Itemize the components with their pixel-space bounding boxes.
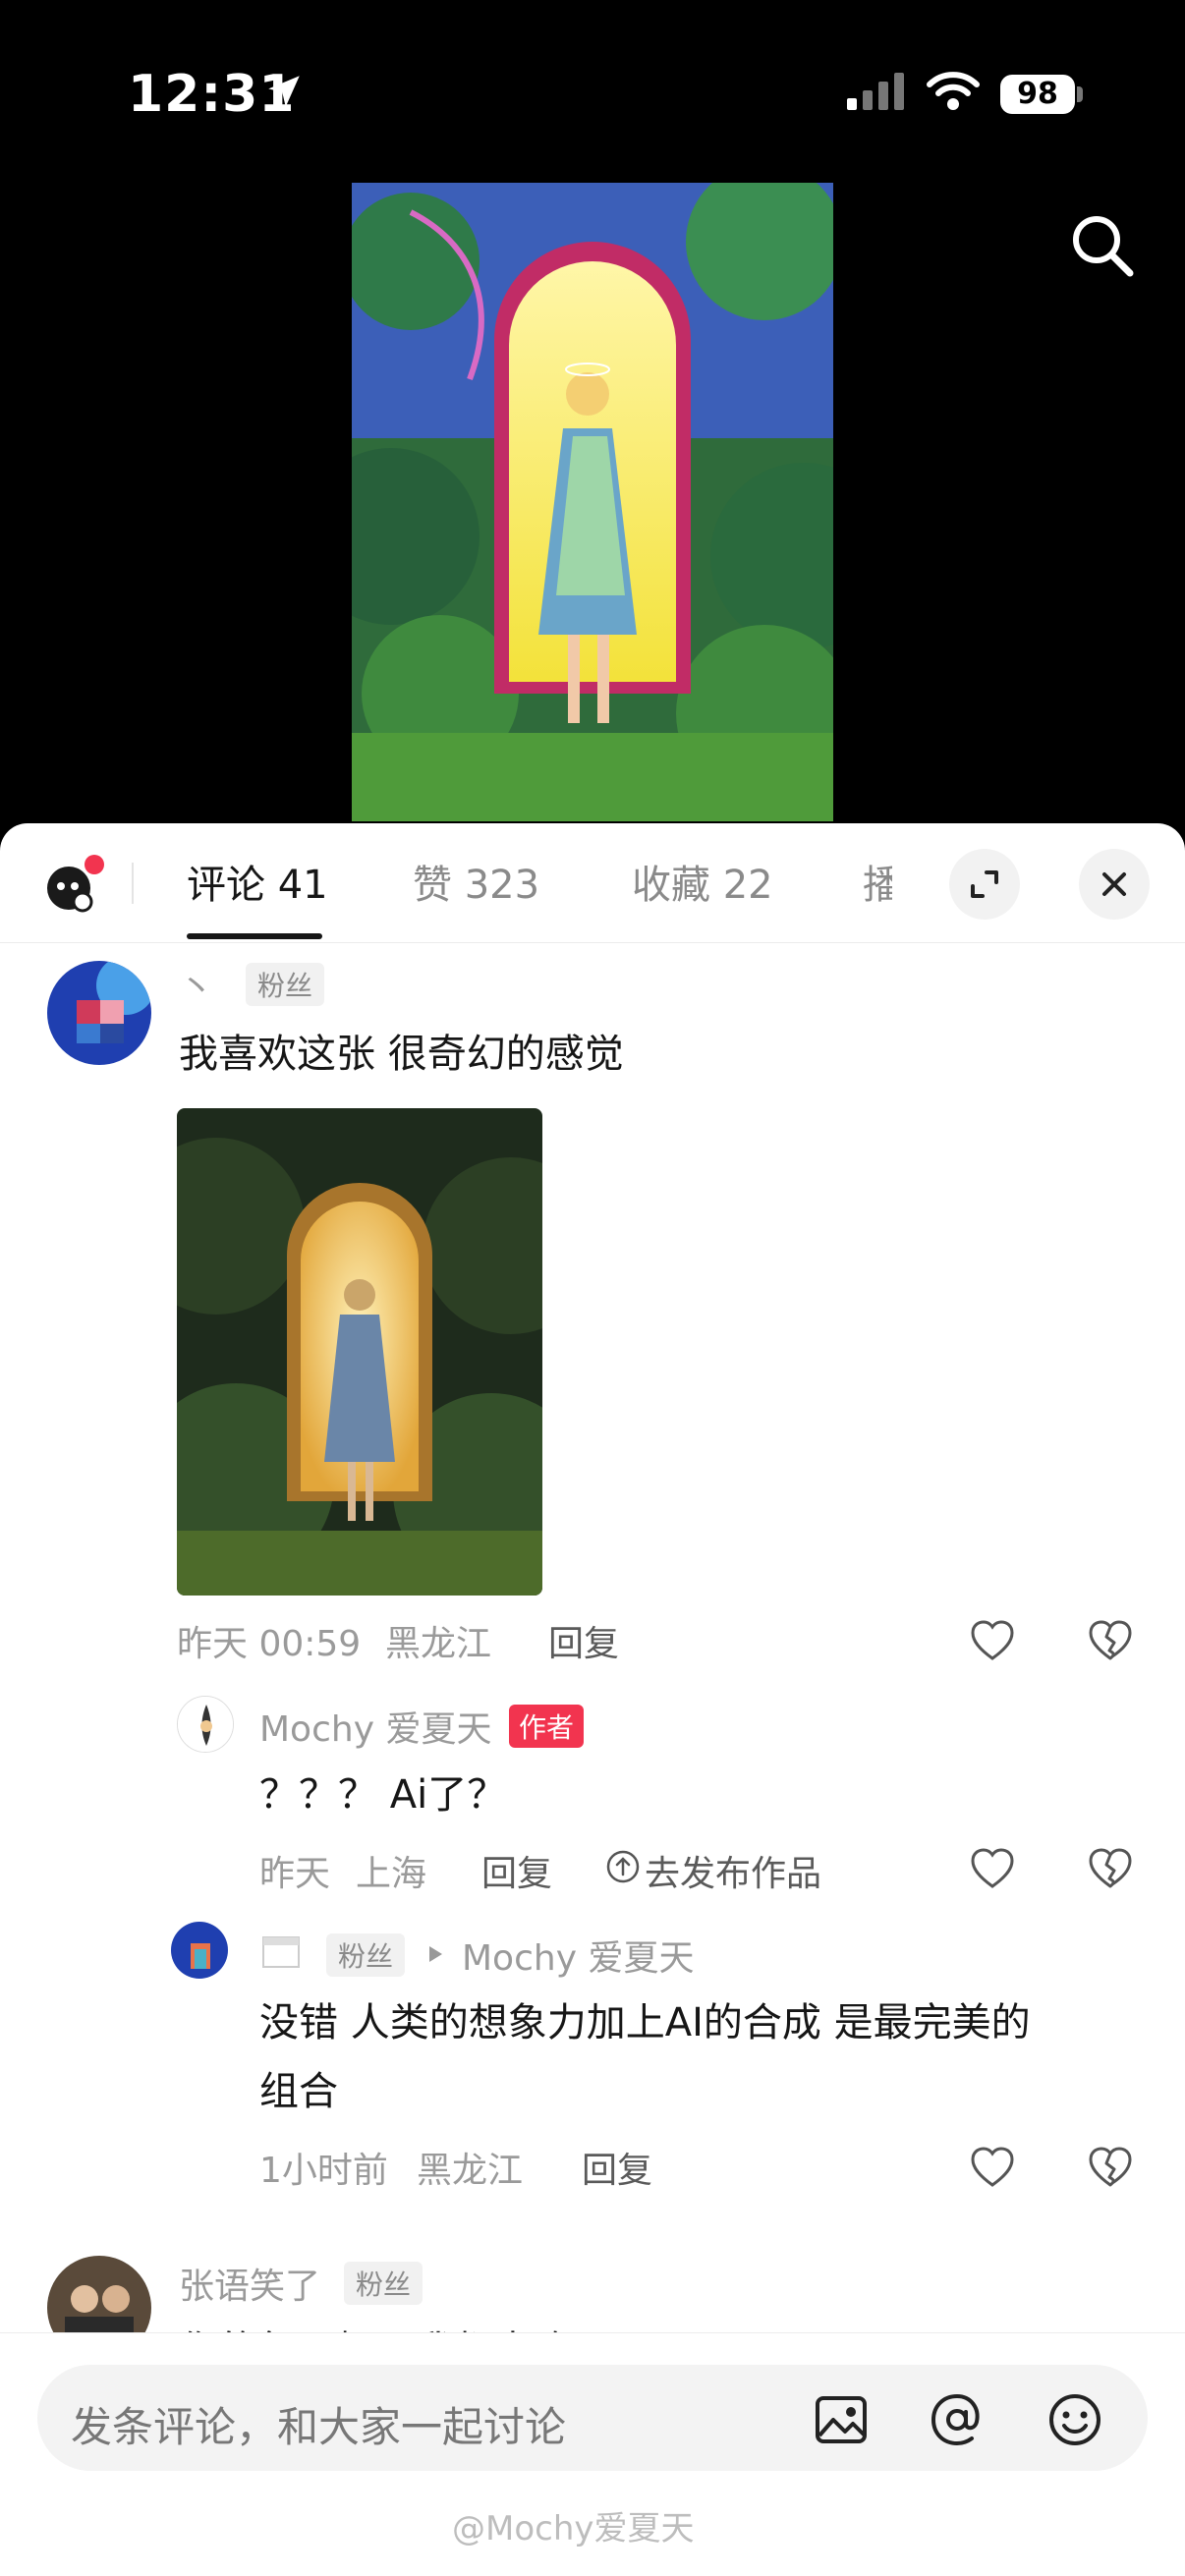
reply-text: 没错 人类的想象力加上AI的合成 是最完美的 — [259, 2000, 1031, 2045]
active-tab-indicator — [187, 933, 322, 939]
dislike-broken-heart-icon[interactable] — [1087, 1617, 1134, 1664]
like-heart-icon[interactable] — [969, 2144, 1016, 2191]
replier-avatar[interactable] — [171, 1922, 228, 1979]
fan-badge: 粉丝 — [326, 1933, 406, 1977]
dislike-broken-heart-icon[interactable] — [1087, 1845, 1134, 1892]
reply-text: ？？？ Ai了？ — [259, 1772, 507, 1818]
watermark: @Mochy爱夏天 — [452, 2509, 695, 2548]
commenter-name[interactable]: 张语笑了 — [179, 2258, 320, 2309]
reply-text-continued: 组合 — [259, 2069, 338, 2114]
close-button[interactable] — [1079, 849, 1150, 920]
expand-button[interactable] — [949, 849, 1020, 920]
author-avatar[interactable] — [177, 1696, 234, 1753]
location-arrow-icon — [268, 76, 300, 107]
commenter-name[interactable]: 丶 — [179, 959, 214, 1010]
reply-button[interactable]: 回复 — [481, 1845, 552, 1896]
reply-to-name[interactable]: Mochy 爱夏天 — [462, 1930, 694, 1981]
expand-icon — [971, 870, 998, 898]
dislike-broken-heart-icon[interactable] — [1087, 2144, 1134, 2191]
reply-to-arrow-icon — [429, 1946, 442, 1962]
reply-time: 1小时前 — [259, 2151, 388, 2191]
image-picker-icon[interactable] — [812, 2390, 871, 2449]
comment-time: 昨天 00:59 — [177, 1624, 362, 1664]
reply-button[interactable]: 回复 — [548, 1615, 619, 1666]
battery-level: 98 — [1000, 75, 1075, 114]
status-bar: 12:31 98 — [0, 0, 1185, 177]
go-publish-link[interactable]: 去发布作品 — [645, 1845, 821, 1896]
reply-time: 昨天 — [259, 1854, 331, 1894]
battery-tip — [1077, 86, 1083, 102]
reply-location: 上海 — [356, 1854, 427, 1894]
tab-more[interactable]: 播 — [863, 853, 892, 910]
reply-button[interactable]: 回复 — [582, 2142, 652, 2193]
reply-location: 黑龙江 — [417, 2151, 524, 2191]
comment-image[interactable] — [177, 1108, 542, 1596]
tab-likes[interactable]: 赞 323 — [413, 853, 539, 910]
commenter-avatar[interactable] — [47, 961, 151, 1065]
comment-text: 我喜欢这张 很奇幻的感觉 — [179, 1032, 624, 1077]
ai-assistant-icon[interactable] — [43, 853, 106, 916]
comment-sheet: 评论 41 赞 323 收藏 22 播 丶 粉丝 我喜欢这张 很奇幻的感觉 昨天… — [0, 823, 1185, 2576]
fan-badge: 粉丝 — [344, 2262, 423, 2305]
author-badge: 作者 — [509, 1705, 585, 1748]
fan-badge: 粉丝 — [246, 963, 325, 1006]
tabs-divider — [132, 863, 134, 904]
like-heart-icon[interactable] — [969, 1617, 1016, 1664]
search-icon[interactable] — [1065, 208, 1140, 283]
cellular-signal-icon — [847, 73, 904, 110]
mention-at-icon[interactable] — [928, 2390, 987, 2449]
post-artwork[interactable] — [352, 183, 833, 821]
tab-comments[interactable]: 评论 41 — [187, 853, 328, 910]
like-heart-icon[interactable] — [969, 1845, 1016, 1892]
comment-tabs: 评论 41 赞 323 收藏 22 播 — [0, 823, 1185, 943]
tab-favorites[interactable]: 收藏 22 — [632, 853, 773, 910]
comment-input-placeholder: 发条评论，和大家一起讨论 — [71, 2403, 567, 2451]
publish-arrow-icon — [606, 1850, 640, 1883]
emoji-icon[interactable] — [1045, 2390, 1104, 2449]
close-icon — [1102, 872, 1126, 896]
wifi-icon — [927, 72, 980, 110]
author-name[interactable]: Mochy 爱夏天 — [259, 1701, 491, 1752]
comment-location: 黑龙江 — [385, 1624, 492, 1664]
